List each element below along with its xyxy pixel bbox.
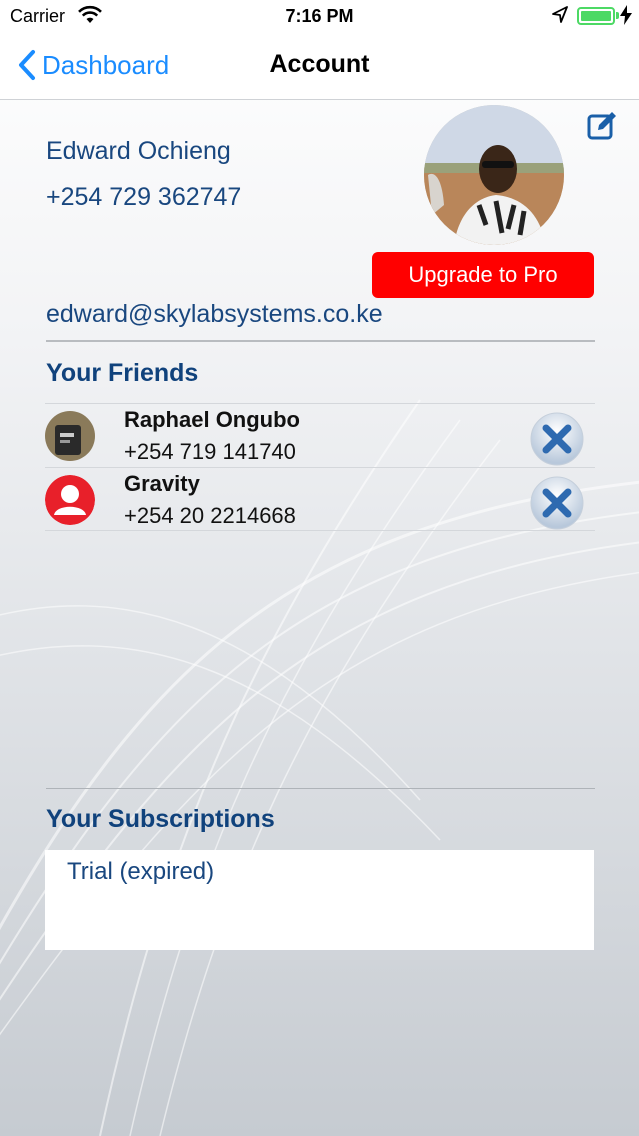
subscriptions-list: Trial (expired) xyxy=(45,850,594,950)
back-button[interactable]: Dashboard xyxy=(18,49,169,81)
edit-icon[interactable] xyxy=(586,110,618,142)
upgrade-to-pro-button[interactable]: Upgrade to Pro xyxy=(372,252,594,298)
friend-name: Raphael Ongubo xyxy=(124,407,300,432)
list-item[interactable]: Gravity +254 20 2214668 xyxy=(45,467,595,531)
friend-phone: +254 20 2214668 xyxy=(124,503,296,528)
profile-phone: +254 729 362747 xyxy=(46,183,242,211)
profile-email: edward@skylabsystems.co.ke xyxy=(46,300,383,328)
divider xyxy=(46,340,595,342)
navigation-bar: Dashboard Account xyxy=(0,34,639,100)
status-bar: Carrier 7:16 PM xyxy=(0,0,639,34)
subscription-item[interactable]: Trial (expired) xyxy=(67,858,214,886)
default-user-icon xyxy=(45,475,95,525)
friend-phone: +254 719 141740 xyxy=(124,439,296,464)
battery-icon xyxy=(577,7,615,25)
profile-photo xyxy=(424,105,564,245)
friend-avatar xyxy=(45,411,95,461)
avatar[interactable] xyxy=(424,105,564,245)
remove-friend-button[interactable] xyxy=(529,411,585,467)
friends-section-title: Your Friends xyxy=(46,359,199,387)
location-arrow-icon xyxy=(552,6,568,23)
status-time: 7:16 PM xyxy=(285,6,354,26)
back-button-label: Dashboard xyxy=(42,49,170,80)
subscriptions-section-title: Your Subscriptions xyxy=(46,805,275,833)
list-item[interactable]: Raphael Ongubo +254 719 141740 xyxy=(45,403,595,467)
profile-name: Edward Ochieng xyxy=(46,137,231,165)
friend-name: Gravity xyxy=(124,471,200,496)
battery-tip xyxy=(616,12,619,19)
chevron-left-icon xyxy=(19,50,35,80)
divider xyxy=(46,788,595,789)
remove-friend-button[interactable] xyxy=(529,475,585,531)
charging-bolt-icon xyxy=(620,5,632,25)
